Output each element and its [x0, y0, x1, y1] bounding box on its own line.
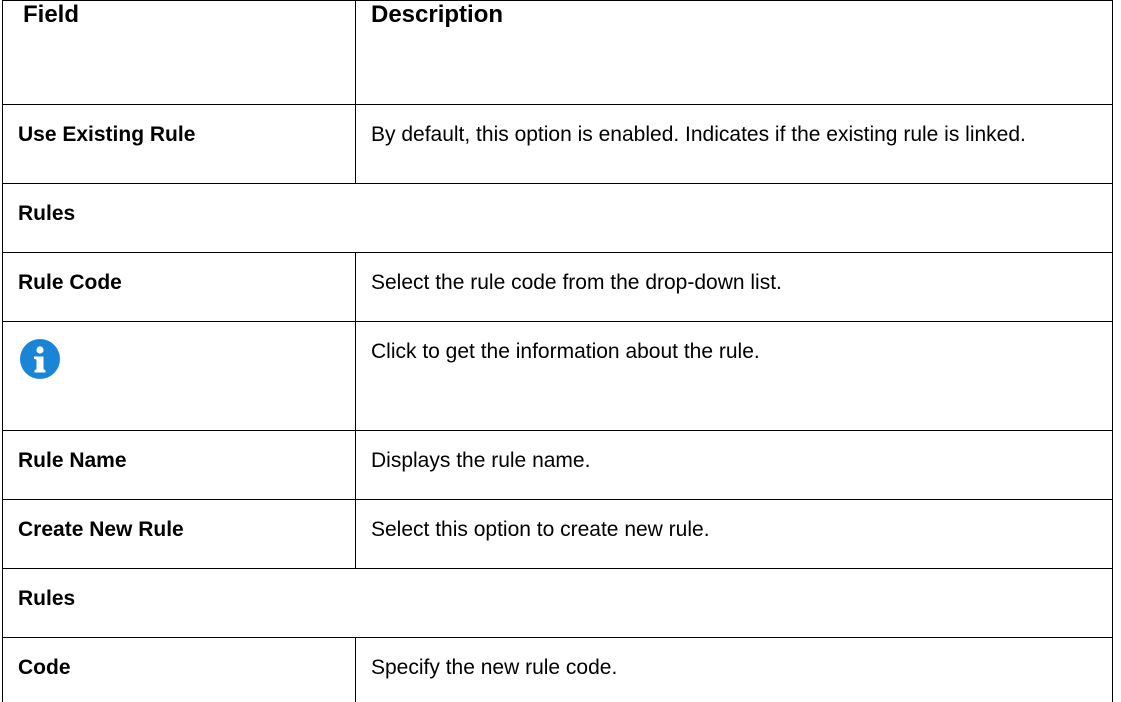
- field-cell: Create New Rule: [3, 500, 356, 569]
- header-description: Description: [356, 1, 1113, 105]
- field-name: Rule Name: [3, 431, 355, 473]
- field-cell: Code: [3, 638, 356, 702]
- field-name: Code: [3, 638, 355, 680]
- field-name: Use Existing Rule: [3, 105, 355, 147]
- header-description-label: Description: [356, 1, 1112, 29]
- table-row: Use Existing Rule By default, this optio…: [3, 105, 1113, 184]
- section-cell: Rules: [3, 569, 1113, 638]
- section-row: Rules: [3, 569, 1113, 638]
- field-description: By default, this option is enabled. Indi…: [356, 105, 1112, 147]
- field-description: Click to get the information about the r…: [356, 322, 1112, 364]
- description-cell: Specify the new rule code.: [356, 638, 1113, 702]
- field-description: Select this option to create new rule.: [356, 500, 1112, 542]
- description-cell: Select the rule code from the drop-down …: [356, 253, 1113, 322]
- info-icon: [20, 339, 60, 379]
- field-name: Rule Code: [3, 253, 355, 295]
- description-cell: Select this option to create new rule.: [356, 500, 1113, 569]
- field-name: Create New Rule: [3, 500, 355, 542]
- table-header-row: Field Description: [3, 1, 1113, 105]
- icon-cell: [3, 322, 356, 431]
- table-row: Rule Code Select the rule code from the …: [3, 253, 1113, 322]
- header-field-label: Field: [3, 1, 355, 29]
- section-row: Rules: [3, 184, 1113, 253]
- section-cell: Rules: [3, 184, 1113, 253]
- description-cell: Click to get the information about the r…: [356, 322, 1113, 431]
- field-description: Displays the rule name.: [356, 431, 1112, 473]
- field-description-table: Field Description Use Existing Rule By d…: [2, 0, 1113, 702]
- header-field: Field: [3, 1, 356, 105]
- table-row: Create New Rule Select this option to cr…: [3, 500, 1113, 569]
- field-description: Select the rule code from the drop-down …: [356, 253, 1112, 295]
- description-cell: By default, this option is enabled. Indi…: [356, 105, 1113, 184]
- field-cell: Use Existing Rule: [3, 105, 356, 184]
- table-row: Click to get the information about the r…: [3, 322, 1113, 431]
- field-cell: Rule Name: [3, 431, 356, 500]
- description-cell: Displays the rule name.: [356, 431, 1113, 500]
- section-label: Rules: [3, 569, 1112, 611]
- table-row: Code Specify the new rule code.: [3, 638, 1113, 702]
- table-row: Rule Name Displays the rule name.: [3, 431, 1113, 500]
- section-label: Rules: [3, 184, 1112, 226]
- field-description: Specify the new rule code.: [356, 638, 1112, 680]
- field-cell: Rule Code: [3, 253, 356, 322]
